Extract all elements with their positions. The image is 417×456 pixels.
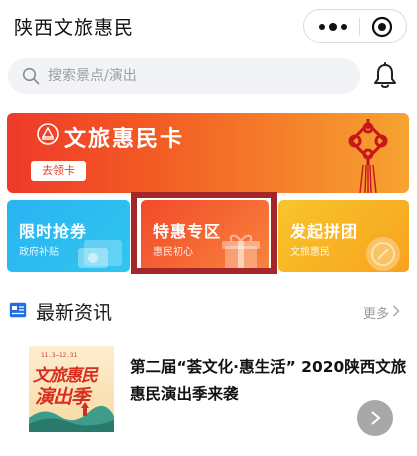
chinese-knot-icon: [348, 119, 388, 193]
bell-icon[interactable]: [372, 62, 398, 90]
mini-program-capsule: [303, 9, 407, 43]
card-title: 发起拼团: [290, 222, 359, 241]
seal-logo-icon: [37, 123, 59, 145]
search-input[interactable]: [48, 58, 348, 94]
news-section-header: 最新资讯 更多: [0, 292, 417, 328]
chevron-right-icon[interactable]: [392, 305, 400, 317]
news-list-item[interactable]: 11.3—12.31 文旅惠民 演出季 第二届“荟文化·惠生活” 2020陕西文…: [0, 340, 417, 440]
thumb-date: 11.3—12.31: [41, 352, 78, 359]
news-more-link[interactable]: 更多: [363, 303, 389, 322]
card-banner[interactable]: 文旅惠民卡 去领卡: [7, 113, 409, 193]
get-card-button[interactable]: 去领卡: [31, 161, 86, 181]
gift-box-icon: [222, 234, 260, 270]
more-dots-icon[interactable]: [318, 21, 348, 33]
special-offer-card[interactable]: 特惠专区 惠民初心: [141, 200, 269, 272]
flash-sale-card[interactable]: 限时抢券 政府补贴: [7, 200, 130, 272]
card-subtitle: 惠民初心: [153, 247, 193, 258]
next-arrow-button[interactable]: [357, 400, 393, 436]
chevron-right-icon: [371, 411, 381, 425]
landscape-illustration: [29, 402, 114, 432]
target-circle-icon[interactable]: [371, 16, 393, 38]
card-subtitle: 文旅惠民: [290, 247, 330, 258]
app-title: 陕西文旅惠民: [14, 17, 135, 39]
news-section-title: 最新资讯: [36, 302, 113, 324]
news-icon: [9, 302, 27, 318]
search-bar[interactable]: [8, 58, 360, 94]
banner-title: 文旅惠民卡: [64, 127, 185, 152]
coupon-icon: [78, 240, 122, 268]
capsule-divider: [359, 18, 360, 36]
app-header: 陕西文旅惠民: [0, 0, 417, 52]
group-buy-card[interactable]: 发起拼团 文旅惠民: [278, 200, 409, 272]
coin-icon: [366, 237, 400, 271]
card-subtitle: 政府补贴: [19, 247, 59, 258]
search-icon: [22, 67, 40, 85]
news-thumbnail: 11.3—12.31 文旅惠民 演出季: [29, 346, 114, 432]
card-title: 特惠专区: [153, 222, 222, 241]
